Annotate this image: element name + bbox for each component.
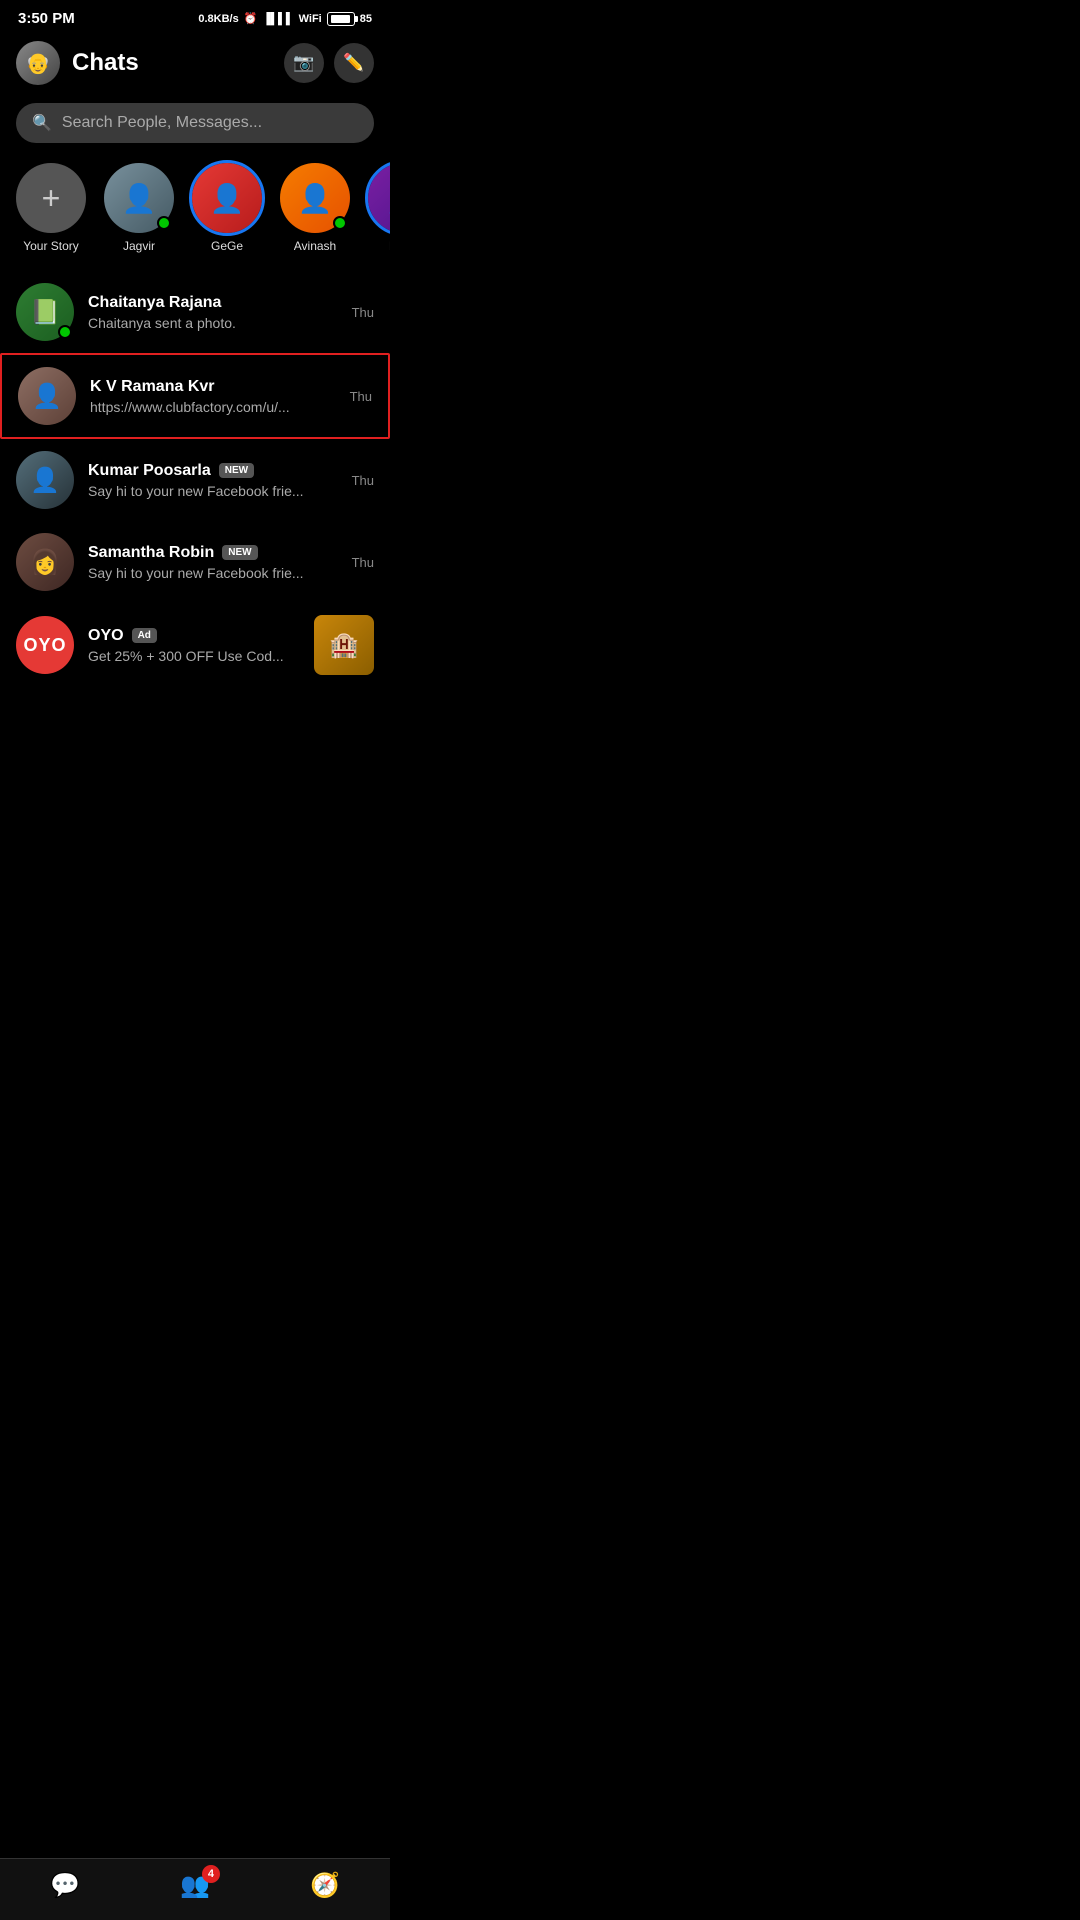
- chat-avatar-wrap-kvramana: 👤: [18, 367, 76, 425]
- chat-avatar-kvramana: 👤: [18, 367, 76, 425]
- nav-item-people[interactable]: 👥 4: [180, 1871, 210, 1900]
- search-container: 🔍 Search People, Messages...: [0, 99, 390, 159]
- story-name-avinash: Avinash: [294, 239, 336, 253]
- chat-info-kvramana: K V Ramana Kvr https://www.clubfactory.c…: [90, 378, 336, 415]
- chat-name-samantha: Samantha Robin: [88, 544, 214, 562]
- chat-list: 📗 Chaitanya Rajana Chaitanya sent a phot…: [0, 271, 390, 767]
- chat-time-chaitanya: Thu: [352, 305, 374, 320]
- search-icon: 🔍: [32, 113, 52, 133]
- story-item-gege[interactable]: 👤 GeGe: [192, 163, 262, 253]
- oyo-logo-text: OYO: [23, 635, 66, 656]
- user-avatar[interactable]: 👴: [16, 41, 60, 85]
- page-title: Chats: [72, 49, 272, 77]
- chat-name-oyo: OYO: [88, 627, 124, 645]
- chat-info-samantha: Samantha Robin NEW Say hi to your new Fa…: [88, 544, 338, 581]
- chat-time-kvramana: Thu: [350, 389, 372, 404]
- header: 👴 Chats 📷 ✏️: [0, 33, 390, 99]
- story-avatar-wrapper-jagvir: 👤: [104, 163, 174, 233]
- chat-avatar-wrap-chaitanya: 📗: [16, 283, 74, 341]
- chat-preview-samantha: Say hi to your new Facebook frie...: [88, 565, 338, 581]
- chat-preview-oyo: Get 25% + 300 OFF Use Cod...: [88, 648, 300, 664]
- chat-avatar-wrap-oyo: OYO: [16, 616, 74, 674]
- story-avatar-wrapper-your-story: +: [16, 163, 86, 233]
- status-bar: 3:50 PM 0.8KB/s ⏰ ▐▌▌▌ WiFi 85: [0, 0, 390, 33]
- chat-item-oyo[interactable]: OYO OYO Ad Get 25% + 300 OFF Use Cod... …: [0, 603, 390, 687]
- badge-new-samantha: NEW: [222, 545, 257, 560]
- alarm-icon: ⏰: [244, 12, 258, 25]
- signal-icon: ▐▌▌▌: [262, 13, 293, 25]
- discover-nav-icon: 🧭: [310, 1871, 340, 1900]
- chat-avatar-kumar: 👤: [16, 451, 74, 509]
- stories-row: + Your Story 👤 Jagvir 👤 GeGe 👤 Avinash 👤…: [0, 159, 390, 271]
- chat-avatar-wrap-kumar: 👤: [16, 451, 74, 509]
- chat-name-row-kvramana: K V Ramana Kvr: [90, 378, 336, 396]
- search-input[interactable]: Search People, Messages...: [62, 114, 262, 132]
- chat-name-row-chaitanya: Chaitanya Rajana: [88, 294, 338, 312]
- story-item-jagvir[interactable]: 👤 Jagvir: [104, 163, 174, 253]
- bottom-nav: 💬 👥 4 🧭: [0, 1858, 390, 1920]
- story-avatar-wrapper-gege: 👤: [192, 163, 262, 233]
- chat-name-kvramana: K V Ramana Kvr: [90, 378, 215, 396]
- nav-item-chats[interactable]: 💬: [50, 1871, 80, 1900]
- camera-icon: 📷: [293, 53, 314, 73]
- chat-info-oyo: OYO Ad Get 25% + 300 OFF Use Cod...: [88, 627, 300, 664]
- story-avatar-wrapper-avinash: 👤: [280, 163, 350, 233]
- story-name-nave: Nave: [389, 239, 390, 253]
- chat-info-kumar: Kumar Poosarla NEW Say hi to your new Fa…: [88, 462, 338, 499]
- story-ring-gege: [189, 160, 265, 236]
- camera-button[interactable]: 📷: [284, 43, 324, 83]
- battery-percent: 85: [360, 13, 372, 25]
- status-time: 3:50 PM: [18, 10, 75, 27]
- ad-image-oyo: 🏨: [314, 615, 374, 675]
- badge-new-kumar: NEW: [219, 463, 254, 478]
- chat-preview-kumar: Say hi to your new Facebook frie...: [88, 483, 338, 499]
- header-actions: 📷 ✏️: [284, 43, 374, 83]
- chat-name-kumar: Kumar Poosarla: [88, 462, 211, 480]
- story-name-jagvir: Jagvir: [123, 239, 155, 253]
- chat-avatar-wrap-samantha: 👩: [16, 533, 74, 591]
- online-dot-jagvir: [157, 216, 171, 230]
- badge-ad-oyo: Ad: [132, 628, 157, 643]
- your-story-avatar: +: [16, 163, 86, 233]
- chat-name-row-samantha: Samantha Robin NEW: [88, 544, 338, 562]
- story-item-avinash[interactable]: 👤 Avinash: [280, 163, 350, 253]
- chat-item-kvramana[interactable]: 👤 K V Ramana Kvr https://www.clubfactory…: [0, 353, 390, 439]
- wifi-icon: WiFi: [299, 13, 322, 25]
- compose-button[interactable]: ✏️: [334, 43, 374, 83]
- story-name-your-story: Your Story: [23, 239, 79, 253]
- story-item-your-story[interactable]: + Your Story: [16, 163, 86, 253]
- oyo-avatar: OYO: [16, 616, 74, 674]
- search-bar[interactable]: 🔍 Search People, Messages...: [16, 103, 374, 143]
- people-badge: 4: [202, 1865, 220, 1883]
- chat-name-row-oyo: OYO Ad: [88, 627, 300, 645]
- chat-time-samantha: Thu: [352, 555, 374, 570]
- story-avatar-wrapper-nave: 👤: [368, 163, 390, 233]
- nav-item-discover[interactable]: 🧭: [310, 1871, 340, 1900]
- story-item-nave[interactable]: 👤 Nave: [368, 163, 390, 253]
- chat-name-row-kumar: Kumar Poosarla NEW: [88, 462, 338, 480]
- online-dot-chaitanya: [58, 325, 72, 339]
- status-right: 0.8KB/s ⏰ ▐▌▌▌ WiFi 85: [198, 12, 372, 26]
- chat-time-kumar: Thu: [352, 473, 374, 488]
- online-dot-avinash: [333, 216, 347, 230]
- chat-info-chaitanya: Chaitanya Rajana Chaitanya sent a photo.: [88, 294, 338, 331]
- chat-item-samantha[interactable]: 👩 Samantha Robin NEW Say hi to your new …: [0, 521, 390, 603]
- network-speed: 0.8KB/s: [198, 13, 238, 25]
- story-ring-nave: [365, 160, 390, 236]
- chat-avatar-samantha: 👩: [16, 533, 74, 591]
- chats-nav-icon: 💬: [50, 1871, 80, 1900]
- chat-item-kumar[interactable]: 👤 Kumar Poosarla NEW Say hi to your new …: [0, 439, 390, 521]
- chat-preview-kvramana: https://www.clubfactory.com/u/...: [90, 399, 336, 415]
- battery-icon: [327, 12, 355, 26]
- edit-icon: ✏️: [343, 53, 364, 73]
- chat-preview-chaitanya: Chaitanya sent a photo.: [88, 315, 338, 331]
- chat-item-chaitanya[interactable]: 📗 Chaitanya Rajana Chaitanya sent a phot…: [0, 271, 390, 353]
- chat-name-chaitanya: Chaitanya Rajana: [88, 294, 221, 312]
- story-name-gege: GeGe: [211, 239, 243, 253]
